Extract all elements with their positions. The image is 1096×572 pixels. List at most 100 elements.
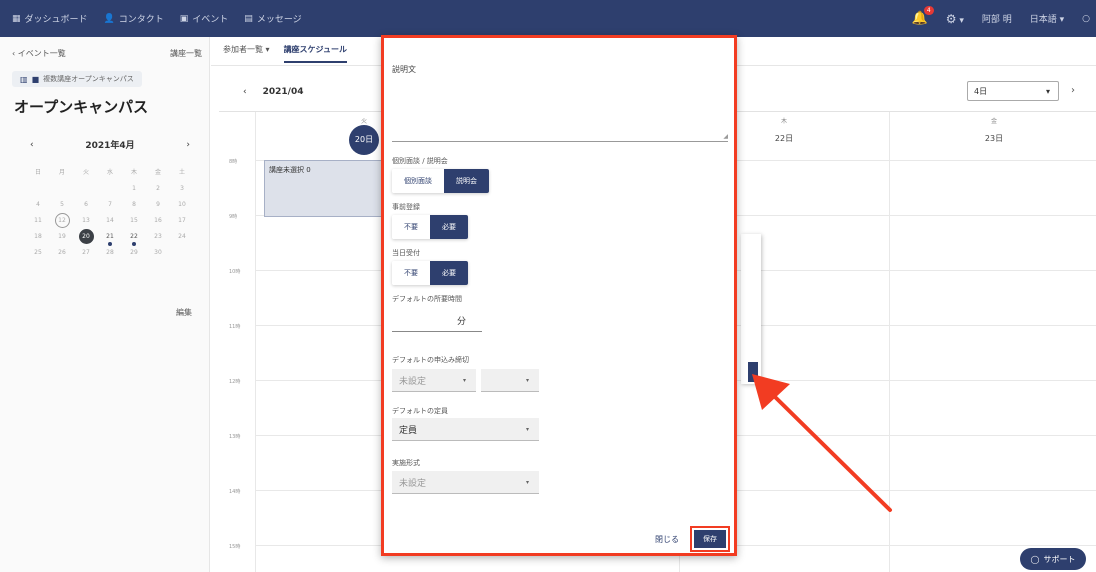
option-not-required[interactable]: 不要 — [392, 215, 430, 239]
calendar-day[interactable]: 13 — [74, 213, 98, 229]
edit-link[interactable]: 編集 — [176, 307, 192, 318]
calendar-day[interactable]: 14 — [98, 213, 122, 229]
dashboard-icon: ▦ — [12, 13, 21, 24]
notification-button[interactable]: 🔔 4 — [912, 6, 934, 26]
weekday-label: 日 — [34, 169, 41, 176]
deadline-time-select[interactable]: ▾ — [481, 369, 539, 392]
deadline-select[interactable]: 未設定 ▾ — [392, 369, 476, 392]
calendar-day[interactable]: 3 — [170, 181, 194, 197]
option-not-required[interactable]: 不要 — [392, 261, 430, 285]
calendar-day[interactable]: 27 — [74, 245, 98, 261]
calendar-day[interactable]: 30 — [146, 245, 170, 261]
calendar-day[interactable]: 6 — [74, 197, 98, 213]
user-name[interactable]: 阿部 明 — [982, 12, 1012, 25]
interview-type-label: 個別面談 / 説明会 — [392, 157, 448, 165]
time-label: 10時 — [229, 269, 241, 275]
tab-course-schedule[interactable]: 講座スケジュール — [283, 44, 348, 63]
preregistration-label: 事前登録 — [392, 203, 420, 211]
calendar-day-today[interactable]: 20 — [74, 229, 98, 245]
calendar-day[interactable]: 8 — [122, 197, 146, 213]
description-textarea[interactable]: ◢ — [392, 78, 728, 142]
weekday-label: 土 — [178, 169, 185, 176]
weekday-label: 金 — [154, 169, 161, 176]
calendar-day[interactable]: 9 — [146, 197, 170, 213]
time-label: 9時 — [229, 214, 238, 220]
calendar-day[interactable]: 23 — [146, 229, 170, 245]
calendar-day-with-event[interactable]: 21 — [98, 229, 122, 246]
tab-participants[interactable]: 参加者一覧 ▾ — [223, 44, 270, 63]
day-date[interactable]: 22日 — [764, 133, 804, 144]
more-icon[interactable]: ○ — [1082, 14, 1090, 24]
top-navigation: ▦ ダッシュボード 👤 コンタクト ▣ イベント ▤ メッセージ 🔔 4 ⚙ ▾… — [0, 0, 1096, 37]
chevron-down-icon: ▾ — [462, 376, 466, 384]
calendar-day[interactable]: 28 — [98, 245, 122, 261]
day-of-week: 木 — [780, 118, 787, 125]
option-individual-interview[interactable]: 個別面談 — [392, 169, 444, 193]
format-select[interactable]: 未設定 ▾ — [392, 471, 539, 494]
message-icon: ▤ — [244, 13, 253, 24]
resize-grip-icon[interactable]: ◢ — [723, 133, 728, 140]
calendar-day[interactable]: 16 — [146, 213, 170, 229]
calendar-next-button[interactable]: › — [186, 140, 190, 150]
day-of-week: 金 — [990, 118, 997, 125]
calendar-day[interactable]: 2 — [146, 181, 170, 197]
calendar-day — [26, 181, 50, 197]
calendar-day[interactable]: 29 — [122, 245, 146, 261]
time-label: 11時 — [229, 324, 241, 330]
weekday-label: 水 — [106, 169, 113, 176]
close-button[interactable]: 閉じる — [655, 534, 679, 545]
chat-bubble-icon: ◯ — [1030, 554, 1040, 564]
range-select[interactable]: 4日 ▾ — [967, 81, 1059, 101]
calendar-day[interactable]: 17 — [170, 213, 194, 229]
building-icon: ▥ — [20, 74, 28, 84]
calendar-day[interactable]: 5 — [50, 197, 74, 213]
calendar-day-number: 12 — [54, 213, 70, 228]
calendar-day-selected[interactable]: 12 — [50, 213, 74, 229]
save-button[interactable]: 保存 — [694, 530, 726, 548]
calendar-prev-button[interactable]: ‹ — [30, 140, 34, 150]
week-next-button[interactable]: › — [1071, 85, 1075, 96]
calendar-day-with-event[interactable]: 22 — [122, 229, 146, 246]
calendar-day[interactable]: 10 — [170, 197, 194, 213]
chevron-down-icon: ▾ — [525, 478, 529, 486]
option-required[interactable]: 必要 — [430, 261, 468, 285]
time-label: 13時 — [229, 434, 241, 440]
back-to-events-link[interactable]: ‹ イベント一覧 — [12, 48, 66, 59]
option-briefing[interactable]: 説明会 — [444, 169, 489, 193]
sameday-reception-toggle: 不要 必要 — [392, 261, 468, 285]
calendar-day[interactable]: 4 — [26, 197, 50, 213]
nav-message[interactable]: ▤ メッセージ — [244, 12, 301, 26]
annotation-arrow — [752, 374, 892, 512]
time-label: 12時 — [229, 379, 241, 385]
today-date-bubble[interactable]: 20日 — [349, 125, 379, 155]
calendar-day[interactable]: 18 — [26, 229, 50, 245]
nav-contact[interactable]: 👤 コンタクト — [104, 12, 164, 26]
settings-button[interactable]: ⚙ ▾ — [946, 12, 964, 26]
calendar-day — [170, 245, 194, 261]
course-list-link[interactable]: 講座一覧 — [170, 48, 202, 59]
weekday-label: 火 — [82, 169, 89, 176]
day-header-fri: 金 23日 — [974, 112, 1014, 144]
calendar-day[interactable]: 24 — [170, 229, 194, 245]
duration-minutes-input[interactable]: 分 — [392, 308, 482, 332]
calendar-day[interactable]: 15 — [122, 213, 146, 229]
calendar-day[interactable]: 26 — [50, 245, 74, 261]
schedule-event-block[interactable]: 講座未選択 0 — [264, 160, 394, 217]
option-required[interactable]: 必要 — [430, 215, 468, 239]
week-prev-button[interactable]: ‹ — [243, 87, 247, 97]
main-tabs: 参加者一覧 ▾ 講座スケジュール — [223, 44, 361, 63]
day-date[interactable]: 23日 — [974, 133, 1014, 144]
support-label: サポート — [1043, 554, 1076, 564]
nav-contact-label: コンタクト — [118, 15, 164, 25]
calendar-day[interactable]: 1 — [122, 181, 146, 197]
calendar-day[interactable]: 25 — [26, 245, 50, 261]
nav-dashboard[interactable]: ▦ ダッシュボード — [12, 12, 88, 26]
capacity-select[interactable]: 定員 ▾ — [392, 418, 539, 441]
calendar-day[interactable]: 11 — [26, 213, 50, 229]
language-select[interactable]: 日本語 ▾ — [1030, 12, 1064, 25]
calendar-day[interactable]: 19 — [50, 229, 74, 245]
nav-event[interactable]: ▣ イベント — [180, 12, 229, 26]
calendar-week: 25 26 27 28 29 30 — [26, 245, 194, 261]
support-button[interactable]: ◯ サポート — [1020, 548, 1086, 570]
calendar-day[interactable]: 7 — [98, 197, 122, 213]
